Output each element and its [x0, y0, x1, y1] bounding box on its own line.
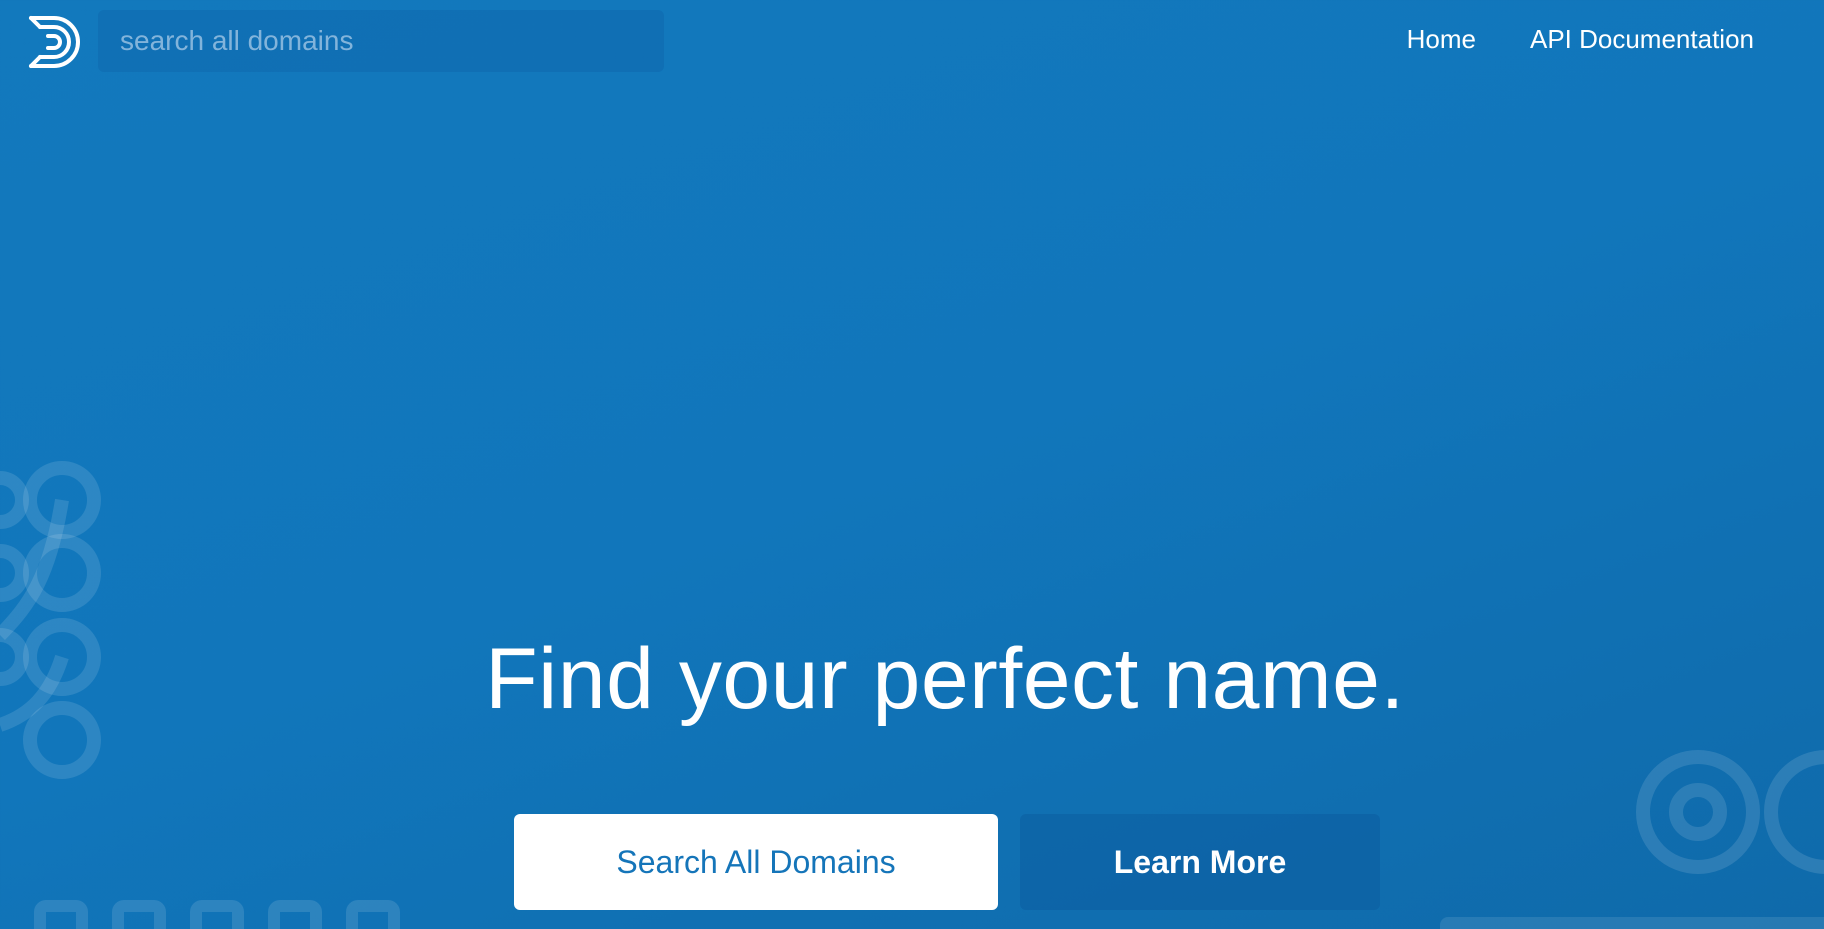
- top-nav: Home API Documentation: [1407, 24, 1754, 55]
- search-all-domains-button-label: Search All Domains: [616, 843, 896, 880]
- search-all-domains-button[interactable]: Search All Domains: [514, 814, 998, 910]
- hero-title: Find your perfect name.: [485, 631, 1405, 727]
- learn-more-button[interactable]: Learn More: [1020, 814, 1380, 910]
- nav-link-home[interactable]: Home: [1407, 24, 1476, 55]
- decorative-target-circles: [1636, 750, 1824, 874]
- nav-link-api-documentation[interactable]: API Documentation: [1530, 24, 1754, 55]
- decorative-squares-row: [34, 900, 400, 929]
- search-input[interactable]: [98, 10, 664, 72]
- decorative-bottom-bar: [1440, 917, 1824, 929]
- decorative-circuit-pattern: [0, 461, 101, 779]
- learn-more-button-label: Learn More: [1113, 843, 1287, 880]
- logo-icon[interactable]: [28, 14, 84, 70]
